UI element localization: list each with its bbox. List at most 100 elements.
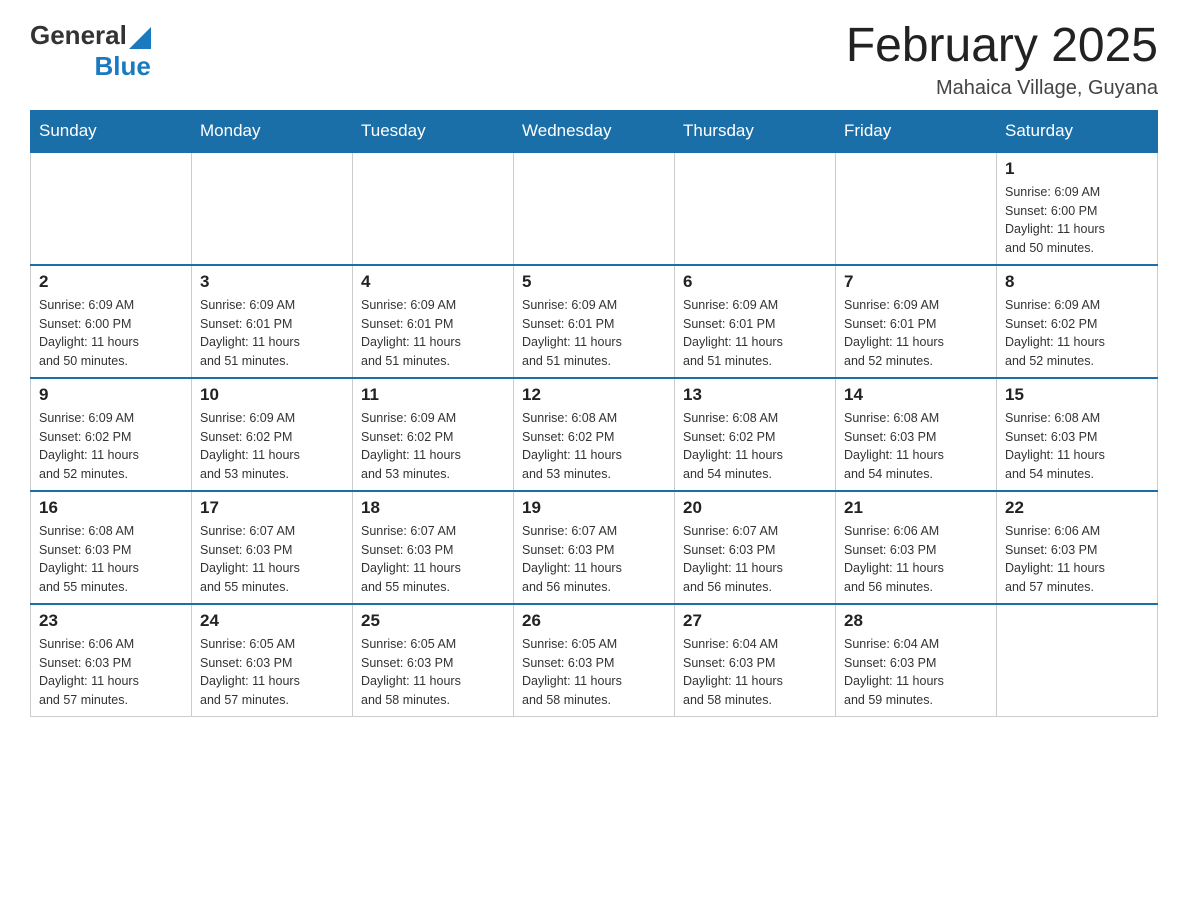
day-info: Sunrise: 6:05 AM Sunset: 6:03 PM Dayligh… — [200, 635, 344, 710]
calendar-cell: 12Sunrise: 6:08 AM Sunset: 6:02 PM Dayli… — [514, 378, 675, 491]
calendar-cell: 23 Sunrise: 6:06 AM Sunset: 6:03 PM Dayli… — [31, 604, 192, 717]
day-info: Sunrise: 6:09 AM Sunset: 6:00 PM Dayligh… — [39, 296, 183, 371]
calendar-cell — [997, 604, 1158, 717]
day-info: Sunrise: 6:09 AM Sunset: 6:01 PM Dayligh… — [683, 296, 827, 371]
logo-triangle-icon — [129, 27, 151, 49]
day-number: 2 — [39, 272, 183, 292]
day-info: Sunrise: 6:06 AM Sunset: 6:03 PM Dayligh… — [844, 522, 988, 597]
day-number: 22 — [1005, 498, 1149, 518]
logo: General Blue — [30, 20, 151, 82]
day-number: 19 — [522, 498, 666, 518]
day-info: Sunrise: 6:09 AM Sunset: 6:01 PM Dayligh… — [844, 296, 988, 371]
calendar-cell: 1 Sunrise: 6:09 AM Sunset: 6:00 PM Daylig… — [997, 152, 1158, 265]
calendar-cell: 28 Sunrise: 6:04 AM Sunset: 6:03 PM Dayli… — [836, 604, 997, 717]
calendar-cell — [514, 152, 675, 265]
calendar-cell: 13 Sunrise: 6:08 AM Sunset: 6:02 PM Dayli… — [675, 378, 836, 491]
day-info: Sunrise: 6:09 AM Sunset: 6:01 PM Dayligh… — [522, 296, 666, 371]
column-header-thursday: Thursday — [675, 110, 836, 152]
day-info: Sunrise: 6:09 AM Sunset: 6:02 PM Dayligh… — [361, 409, 505, 484]
column-header-monday: Monday — [192, 110, 353, 152]
day-number: 16 — [39, 498, 183, 518]
column-header-saturday: Saturday — [997, 110, 1158, 152]
calendar-cell: 21Sunrise: 6:06 AM Sunset: 6:03 PM Dayli… — [836, 491, 997, 604]
day-number: 13 — [683, 385, 827, 405]
calendar-cell: 15 Sunrise: 6:08 AM Sunset: 6:03 PM Dayli… — [997, 378, 1158, 491]
day-number: 1 — [1005, 159, 1149, 179]
day-info: Sunrise: 6:09 AM Sunset: 6:00 PM Dayligh… — [1005, 183, 1149, 258]
calendar-cell: 5 Sunrise: 6:09 AM Sunset: 6:01 PM Daylig… — [514, 265, 675, 378]
day-number: 27 — [683, 611, 827, 631]
calendar-cell: 7 Sunrise: 6:09 AM Sunset: 6:01 PM Daylig… — [836, 265, 997, 378]
day-info: Sunrise: 6:09 AM Sunset: 6:01 PM Dayligh… — [200, 296, 344, 371]
day-info: Sunrise: 6:08 AM Sunset: 6:03 PM Dayligh… — [39, 522, 183, 597]
calendar-cell: 8 Sunrise: 6:09 AM Sunset: 6:02 PM Daylig… — [997, 265, 1158, 378]
day-number: 25 — [361, 611, 505, 631]
column-header-tuesday: Tuesday — [353, 110, 514, 152]
day-number: 18 — [361, 498, 505, 518]
day-info: Sunrise: 6:08 AM Sunset: 6:02 PM Dayligh… — [683, 409, 827, 484]
day-number: 5 — [522, 272, 666, 292]
calendar-cell: 11 Sunrise: 6:09 AM Sunset: 6:02 PM Dayli… — [353, 378, 514, 491]
calendar-cell: 26Sunrise: 6:05 AM Sunset: 6:03 PM Dayli… — [514, 604, 675, 717]
day-info: Sunrise: 6:05 AM Sunset: 6:03 PM Dayligh… — [361, 635, 505, 710]
calendar-cell: 27 Sunrise: 6:04 AM Sunset: 6:03 PM Dayli… — [675, 604, 836, 717]
week-row-2: 2 Sunrise: 6:09 AM Sunset: 6:00 PM Daylig… — [31, 265, 1158, 378]
week-row-1: 1 Sunrise: 6:09 AM Sunset: 6:00 PM Daylig… — [31, 152, 1158, 265]
day-number: 20 — [683, 498, 827, 518]
day-number: 8 — [1005, 272, 1149, 292]
day-number: 9 — [39, 385, 183, 405]
day-number: 3 — [200, 272, 344, 292]
calendar-cell: 16 Sunrise: 6:08 AM Sunset: 6:03 PM Dayli… — [31, 491, 192, 604]
day-number: 17 — [200, 498, 344, 518]
calendar-cell: 6 Sunrise: 6:09 AM Sunset: 6:01 PM Daylig… — [675, 265, 836, 378]
calendar-cell: 2 Sunrise: 6:09 AM Sunset: 6:00 PM Daylig… — [31, 265, 192, 378]
day-info: Sunrise: 6:07 AM Sunset: 6:03 PM Dayligh… — [522, 522, 666, 597]
calendar-cell — [353, 152, 514, 265]
week-row-4: 16 Sunrise: 6:08 AM Sunset: 6:03 PM Dayli… — [31, 491, 1158, 604]
calendar-cell: 10 Sunrise: 6:09 AM Sunset: 6:02 PM Dayli… — [192, 378, 353, 491]
day-info: Sunrise: 6:09 AM Sunset: 6:02 PM Dayligh… — [200, 409, 344, 484]
month-title: February 2025 — [846, 20, 1158, 73]
calendar-cell: 3 Sunrise: 6:09 AM Sunset: 6:01 PM Daylig… — [192, 265, 353, 378]
calendar-cell — [675, 152, 836, 265]
day-number: 28 — [844, 611, 988, 631]
day-number: 6 — [683, 272, 827, 292]
day-info: Sunrise: 6:06 AM Sunset: 6:03 PM Dayligh… — [39, 635, 183, 710]
calendar-header-row: SundayMondayTuesdayWednesdayThursdayFrid… — [31, 110, 1158, 152]
calendar-cell: 19 Sunrise: 6:07 AM Sunset: 6:03 PM Dayli… — [514, 491, 675, 604]
calendar-cell: 4 Sunrise: 6:09 AM Sunset: 6:01 PM Daylig… — [353, 265, 514, 378]
calendar-cell: 20Sunrise: 6:07 AM Sunset: 6:03 PM Dayli… — [675, 491, 836, 604]
day-number: 4 — [361, 272, 505, 292]
calendar-cell: 22 Sunrise: 6:06 AM Sunset: 6:03 PM Dayli… — [997, 491, 1158, 604]
column-header-wednesday: Wednesday — [514, 110, 675, 152]
day-info: Sunrise: 6:04 AM Sunset: 6:03 PM Dayligh… — [683, 635, 827, 710]
day-info: Sunrise: 6:06 AM Sunset: 6:03 PM Dayligh… — [1005, 522, 1149, 597]
day-info: Sunrise: 6:08 AM Sunset: 6:03 PM Dayligh… — [844, 409, 988, 484]
logo-blue: Blue — [94, 51, 150, 82]
day-number: 12 — [522, 385, 666, 405]
day-number: 10 — [200, 385, 344, 405]
location-subtitle: Mahaica Village, Guyana — [846, 77, 1158, 100]
day-info: Sunrise: 6:04 AM Sunset: 6:03 PM Dayligh… — [844, 635, 988, 710]
day-number: 26 — [522, 611, 666, 631]
day-info: Sunrise: 6:09 AM Sunset: 6:01 PM Dayligh… — [361, 296, 505, 371]
day-number: 23 — [39, 611, 183, 631]
day-number: 15 — [1005, 385, 1149, 405]
day-number: 11 — [361, 385, 505, 405]
title-area: February 2025 Mahaica Village, Guyana — [846, 20, 1158, 100]
calendar-cell: 24Sunrise: 6:05 AM Sunset: 6:03 PM Dayli… — [192, 604, 353, 717]
calendar-cell — [836, 152, 997, 265]
day-number: 14 — [844, 385, 988, 405]
day-info: Sunrise: 6:07 AM Sunset: 6:03 PM Dayligh… — [361, 522, 505, 597]
day-info: Sunrise: 6:09 AM Sunset: 6:02 PM Dayligh… — [1005, 296, 1149, 371]
calendar-cell — [31, 152, 192, 265]
calendar-cell — [192, 152, 353, 265]
week-row-5: 23 Sunrise: 6:06 AM Sunset: 6:03 PM Dayli… — [31, 604, 1158, 717]
calendar-table: SundayMondayTuesdayWednesdayThursdayFrid… — [30, 110, 1158, 717]
day-number: 7 — [844, 272, 988, 292]
calendar-cell: 9Sunrise: 6:09 AM Sunset: 6:02 PM Daylig… — [31, 378, 192, 491]
week-row-3: 9 Sunrise: 6:09 AM Sunset: 6:02 PM Daylig… — [31, 378, 1158, 491]
page-header: General Blue February 2025 Mahaica Villa… — [30, 20, 1158, 100]
day-info: Sunrise: 6:08 AM Sunset: 6:03 PM Dayligh… — [1005, 409, 1149, 484]
calendar-cell: 18 Sunrise: 6:07 AM Sunset: 6:03 PM Dayli… — [353, 491, 514, 604]
